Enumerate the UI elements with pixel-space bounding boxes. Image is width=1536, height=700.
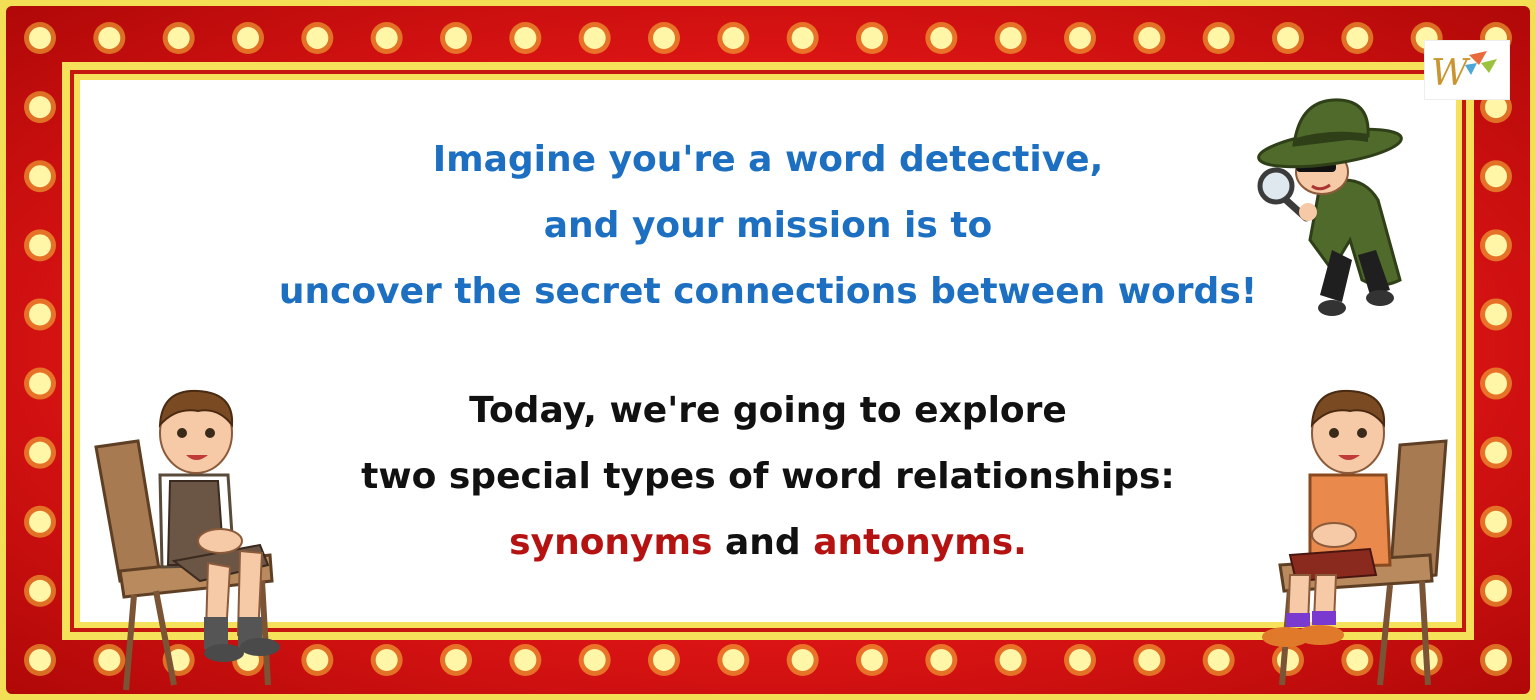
marquee-bulb-icon: [1485, 303, 1507, 326]
marquee-bulb-icon: [1346, 27, 1369, 49]
marquee-bulb-icon: [445, 649, 467, 671]
marquee-bulb-icon: [583, 649, 606, 671]
detective-icon: [1257, 98, 1403, 316]
marquee-bulb-icon: [861, 649, 883, 671]
marquee-bulb-icon: [1485, 165, 1507, 188]
marquee-bulb-icon: [1138, 27, 1161, 49]
marquee-bulb-icon: [1485, 579, 1507, 602]
marquee-bulb-icon: [306, 27, 329, 49]
marquee-bulb-icon: [237, 27, 259, 49]
marquee-bulb-icon: [861, 27, 883, 49]
marquee-bulb-icon: [1277, 27, 1299, 49]
marquee-bulb-icon: [375, 649, 398, 671]
synonyms-keyword: synonyms: [509, 522, 713, 563]
marquee-bulb-icon: [1207, 649, 1230, 671]
marquee-bulb-icon: [514, 27, 537, 49]
marquee-bulb-icon: [1069, 649, 1091, 671]
marquee-bulb-icon: [29, 510, 51, 533]
svg-text:W: W: [1431, 53, 1471, 94]
marquee-bulb-icon: [29, 303, 51, 326]
marquee-bulb-icon: [1485, 372, 1507, 395]
boy-on-chair-right-icon: [1262, 389, 1448, 686]
slide: Imagine you're a word detective, and you…: [0, 0, 1536, 700]
intro-line-2: and your mission is to: [543, 205, 993, 246]
marquee-bulb-icon: [653, 649, 675, 671]
marquee-bulb-icon: [29, 96, 51, 119]
marquee-bulb-icon: [445, 27, 467, 49]
marquee-bulb-icon: [999, 27, 1022, 49]
marquee-bulb-icon: [98, 27, 121, 49]
marquee-bulb-icon: [29, 165, 51, 188]
marquee-bulb-icon: [1485, 510, 1507, 533]
marquee-bulb-icon: [1207, 27, 1230, 49]
body-line-1: Today, we're going to explore: [469, 390, 1067, 431]
marquee-bulb-icon: [29, 579, 51, 602]
marquee-bulb-icon: [167, 27, 190, 49]
marquee-bulb-icon: [29, 649, 51, 671]
marquee-bulb-icon: [722, 27, 745, 49]
antonyms-keyword: antonyms: [813, 522, 1014, 563]
logo-icon: W: [1424, 40, 1510, 100]
marquee-bulb-icon: [1485, 441, 1507, 464]
marquee-bulb-icon: [514, 649, 537, 671]
intro-text: Imagine you're a word detective, and you…: [160, 127, 1376, 325]
marquee-bulb-icon: [791, 649, 814, 671]
marquee-bulb-icon: [1485, 649, 1507, 671]
marquee-bulb-icon: [1138, 649, 1161, 671]
marquee-bulb-icon: [306, 649, 329, 671]
period: .: [1013, 522, 1027, 563]
marquee-bulb-icon: [29, 372, 51, 395]
marquee-bulb-icon: [375, 27, 398, 49]
marquee-bulb-icon: [29, 234, 51, 257]
body-line-2: two special types of word relationships:: [361, 456, 1175, 497]
intro-line-1: Imagine you're a word detective,: [432, 139, 1104, 180]
marquee-bulb-icon: [29, 441, 51, 464]
marquee-bulb-icon: [29, 27, 51, 49]
and-word: and: [712, 522, 814, 563]
body-text: Today, we're going to explore two specia…: [160, 378, 1376, 576]
marquee-bulb-icon: [583, 27, 606, 49]
body-line-3: synonyms and antonyms.: [160, 510, 1376, 576]
marquee-bulb-icon: [1069, 27, 1091, 49]
boy-on-chair-left-icon: [94, 389, 280, 691]
intro-line-3: uncover the secret connections between w…: [278, 271, 1258, 312]
marquee-bulb-icon: [930, 27, 953, 49]
marquee-bulb-icon: [791, 27, 814, 49]
marquee-bulb-icon: [1485, 234, 1507, 257]
marquee-bulb-icon: [722, 649, 745, 671]
marquee-bulb-icon: [930, 649, 953, 671]
marquee-bulb-icon: [999, 649, 1022, 671]
marquee-bulb-icon: [653, 27, 675, 49]
